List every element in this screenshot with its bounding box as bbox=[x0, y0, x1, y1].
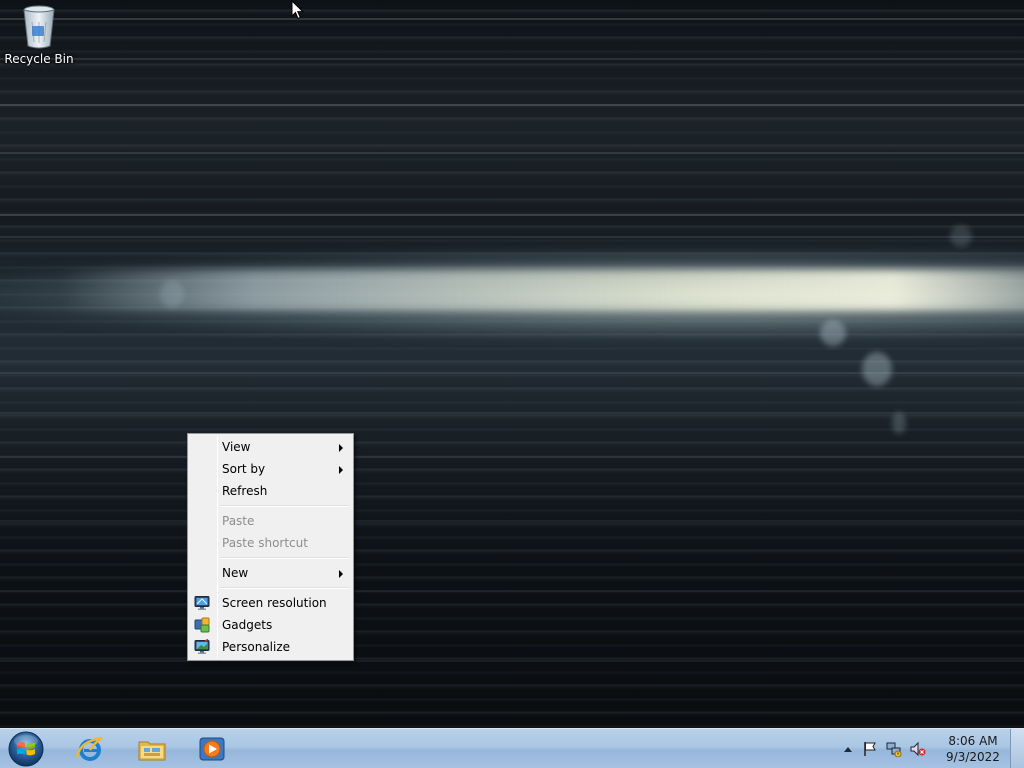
menu-item-label: Sort by bbox=[222, 462, 266, 476]
menu-item-label: Personalize bbox=[222, 640, 291, 654]
action-center-flag-icon[interactable] bbox=[861, 740, 879, 758]
taskbar: 8:06 AM 9/3/2022 bbox=[0, 728, 1024, 768]
screen-resolution-icon bbox=[194, 596, 210, 610]
clock-date: 9/3/2022 bbox=[946, 750, 1000, 764]
recycle-bin-icon bbox=[23, 5, 55, 49]
wallpaper-line bbox=[0, 152, 1024, 154]
menu-item-sort-by[interactable]: Sort by bbox=[190, 458, 351, 480]
menu-separator bbox=[220, 584, 351, 592]
menu-item-label: Paste shortcut bbox=[222, 536, 308, 550]
menu-separator bbox=[220, 554, 351, 562]
wallpaper-line bbox=[0, 520, 1024, 522]
menu-item-paste-shortcut[interactable]: Paste shortcut bbox=[190, 532, 351, 554]
menu-item-screen-resolution[interactable]: Screen resolution bbox=[190, 592, 351, 614]
wallpaper-line bbox=[0, 590, 1024, 592]
menu-item-gadgets[interactable]: Gadgets bbox=[190, 614, 351, 636]
wallpaper-line bbox=[0, 104, 1024, 106]
wallpaper-line bbox=[0, 660, 1024, 662]
submenu-arrow-icon bbox=[339, 570, 343, 578]
folder-icon bbox=[138, 741, 166, 761]
menu-item-label: Paste bbox=[222, 514, 255, 528]
wallpaper-bokeh bbox=[160, 280, 184, 308]
desktop-context-menu: View Sort by Refresh Paste Paste shortcu… bbox=[187, 433, 354, 661]
wallpaper-line bbox=[0, 58, 1024, 60]
wallpaper-line bbox=[0, 412, 1024, 414]
menu-item-label: Refresh bbox=[222, 484, 268, 498]
personalize-icon bbox=[194, 639, 210, 654]
show-hidden-icons-chevron-icon[interactable] bbox=[844, 746, 852, 752]
menu-item-label: Gadgets bbox=[222, 618, 273, 632]
menu-item-label: View bbox=[222, 440, 251, 454]
start-button[interactable] bbox=[4, 730, 48, 768]
volume-muted-icon[interactable] bbox=[909, 740, 927, 758]
wallpaper-line bbox=[0, 236, 1024, 238]
taskbar-media-player-button[interactable] bbox=[184, 731, 240, 767]
submenu-arrow-icon bbox=[339, 444, 343, 452]
wallpaper-bokeh bbox=[950, 225, 972, 247]
recycle-bin-label: Recycle Bin bbox=[4, 52, 74, 66]
menu-item-new[interactable]: New bbox=[190, 562, 351, 584]
wallpaper-glow bbox=[60, 270, 1024, 310]
menu-separator bbox=[220, 502, 351, 510]
desktop[interactable]: Recycle Bin bbox=[0, 0, 1024, 728]
wallpaper-line bbox=[0, 214, 1024, 216]
wallpaper-line bbox=[0, 18, 1024, 20]
wallpaper-line bbox=[0, 456, 1024, 458]
recycle-bin-shortcut[interactable]: Recycle Bin bbox=[4, 4, 74, 76]
menu-item-personalize[interactable]: Personalize bbox=[190, 636, 351, 658]
taskbar-internet-explorer-button[interactable] bbox=[62, 731, 118, 767]
gadgets-icon bbox=[194, 617, 210, 633]
wallpaper-bokeh bbox=[862, 352, 892, 386]
submenu-arrow-icon bbox=[339, 466, 343, 474]
network-icon[interactable] bbox=[885, 740, 903, 758]
clock-time: 8:06 AM bbox=[948, 734, 998, 748]
wallpaper-bokeh bbox=[820, 320, 846, 346]
menu-item-paste[interactable]: Paste bbox=[190, 510, 351, 532]
menu-item-label: New bbox=[222, 566, 249, 580]
notification-area: 8:06 AM 9/3/2022 bbox=[844, 729, 1008, 768]
menu-item-view[interactable]: View bbox=[190, 436, 351, 458]
menu-item-refresh[interactable]: Refresh bbox=[190, 480, 351, 502]
media-player-icon bbox=[199, 737, 225, 761]
taskbar-windows-explorer-button[interactable] bbox=[124, 731, 180, 767]
taskbar-clock[interactable]: 8:06 AM 9/3/2022 bbox=[938, 733, 1008, 765]
show-desktop-button[interactable] bbox=[1010, 729, 1024, 768]
mouse-cursor-icon bbox=[291, 0, 305, 20]
wallpaper-bokeh bbox=[892, 412, 906, 434]
internet-explorer-icon bbox=[75, 736, 103, 761]
menu-item-label: Screen resolution bbox=[222, 596, 327, 610]
